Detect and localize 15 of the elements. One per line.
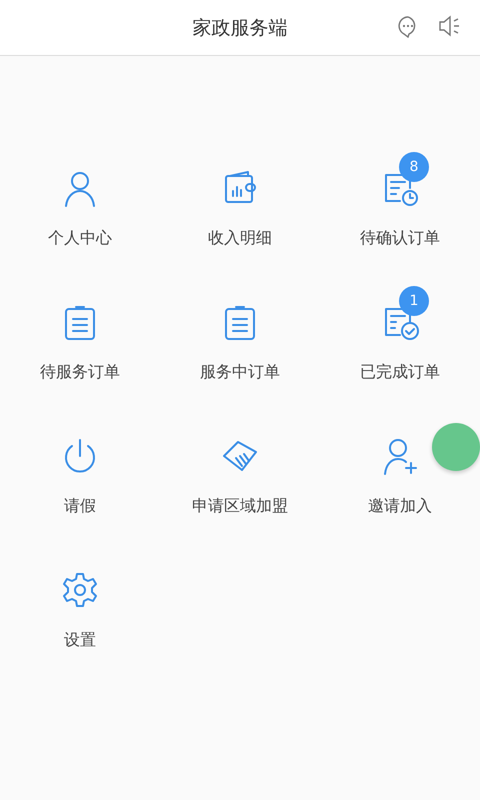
menu-label[interactable]: 待服务订单 <box>40 362 120 382</box>
gear-icon <box>60 570 100 610</box>
menu-label[interactable]: 个人中心 <box>48 228 112 248</box>
count-badge: 8 <box>399 152 429 182</box>
menu-label[interactable]: 收入明细 <box>208 228 272 248</box>
menu-label[interactable]: 服务中订单 <box>200 362 280 382</box>
count-badge: 1 <box>399 286 429 316</box>
menu-label[interactable]: 待确认订单 <box>360 228 440 248</box>
menu-label[interactable]: 设置 <box>64 630 96 650</box>
menu-label[interactable]: 申请区域加盟 <box>192 496 288 516</box>
menu-label[interactable]: 已完成订单 <box>360 362 440 382</box>
speaker-icon[interactable] <box>438 14 462 38</box>
menu-label[interactable]: 请假 <box>64 496 96 516</box>
page-title: 家政服务端 <box>192 16 288 40</box>
menu-label[interactable]: 邀请加入 <box>368 496 432 516</box>
